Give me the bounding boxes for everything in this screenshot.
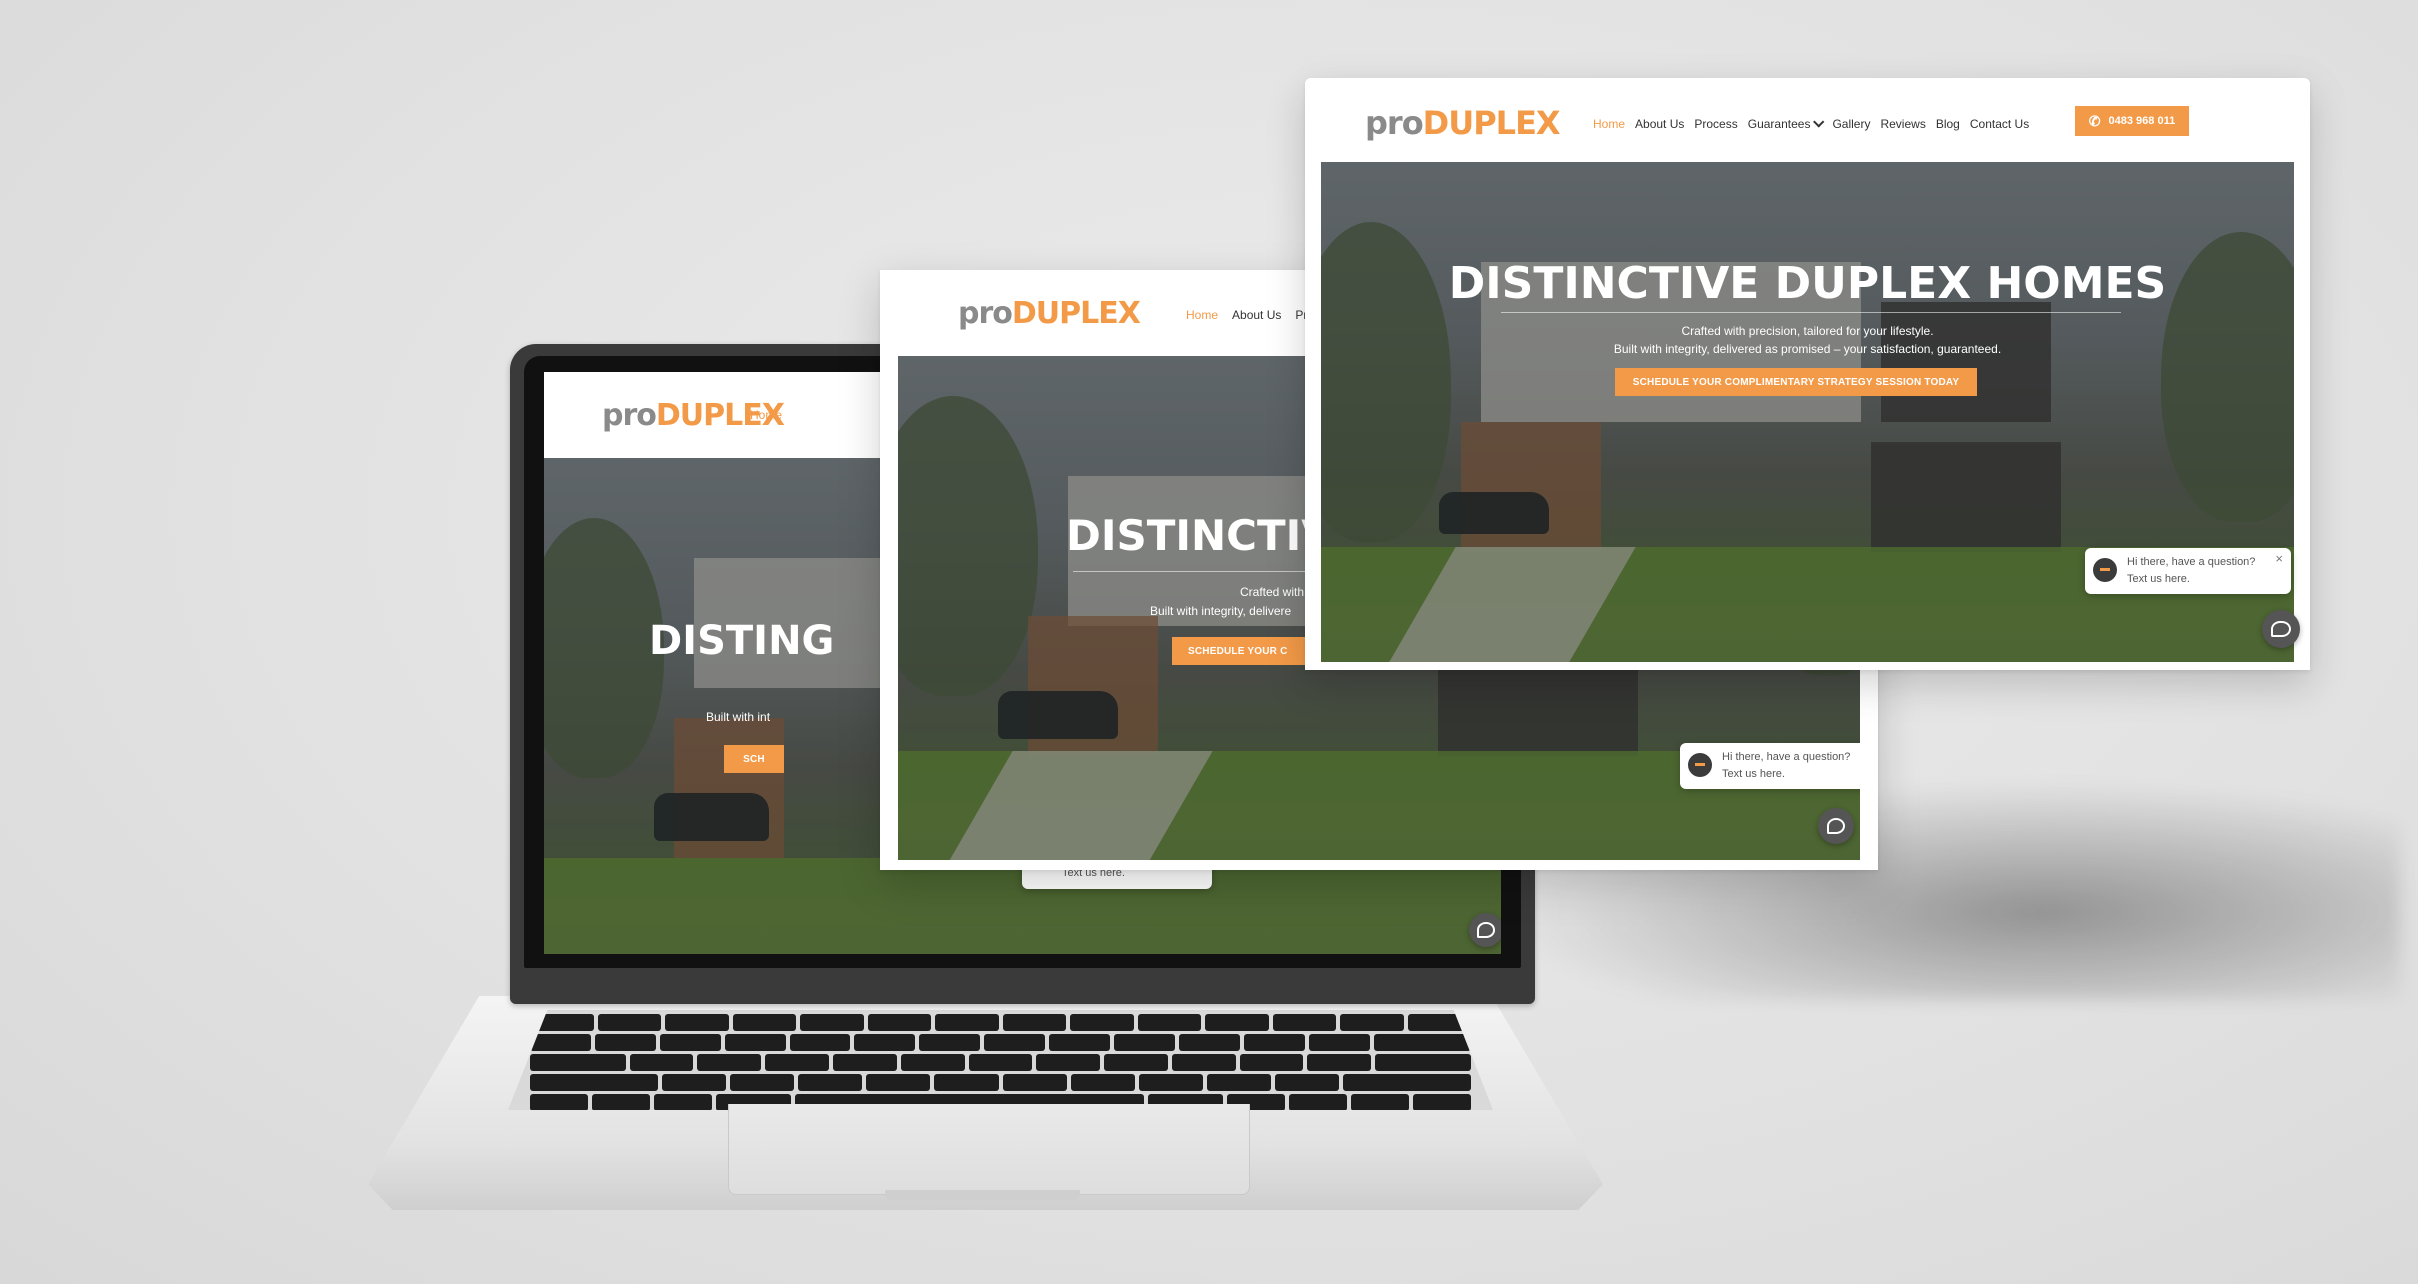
chat-icon — [1826, 817, 1846, 835]
chat-avatar — [1688, 753, 1712, 777]
chat-icon — [2271, 620, 2291, 638]
nav-home[interactable]: Home — [1593, 117, 1625, 131]
hero-rule — [1501, 312, 2121, 313]
chat-line1: Hi there, have a question? — [1722, 751, 1851, 763]
logo-pro: pro — [1365, 104, 1424, 142]
logo-duplex: DUPLEX — [1011, 296, 1141, 331]
phone-icon: ✆ — [2088, 113, 2101, 129]
nav-guarantees[interactable]: Guarantees — [1747, 116, 1825, 131]
middle-chat-bubble[interactable]: Hi there, have a question? Text us here.… — [1680, 743, 1860, 789]
middle-logo[interactable]: proDUPLEX — [958, 296, 1141, 331]
laptop-base-lip — [885, 1190, 1080, 1200]
chevron-down-icon — [1813, 116, 1825, 128]
front-chat-button[interactable] — [2262, 610, 2300, 648]
laptop-hero-line2: Built with int — [706, 710, 771, 724]
hero-car — [998, 691, 1118, 739]
nav-guarantees-label: Guarantees — [1747, 117, 1811, 131]
hero-tree — [898, 396, 1038, 696]
front-site-header: proDUPLEX Home About Us Process Guarante… — [1305, 78, 2310, 162]
middle-nav: Home About Us Pro — [1186, 308, 1314, 322]
chat-close-icon[interactable]: × — [2275, 551, 2283, 566]
chat-avatar — [2093, 558, 2117, 582]
front-chat-bubble[interactable]: Hi there, have a question? Text us here.… — [2085, 548, 2291, 594]
laptop-nav: Home — [750, 408, 782, 422]
chat-icon — [1477, 922, 1495, 938]
laptop-cta-button[interactable]: SCH — [724, 745, 784, 773]
hero-tree — [544, 518, 664, 778]
nav-process[interactable]: Process — [1694, 117, 1737, 131]
logo-duplex: DUPLEX — [1422, 104, 1561, 142]
logo-pro: pro — [602, 398, 657, 433]
middle-hero-line2: Built with integrity, delivere — [1150, 604, 1292, 618]
phone-number: 0483 968 011 — [2108, 115, 2176, 127]
front-cta-button[interactable]: SCHEDULE YOUR COMPLIMENTARY STRATEGY SES… — [1615, 368, 1977, 396]
nav-home[interactable]: Home — [1186, 308, 1218, 322]
chat-line1: Hi there, have a question? — [2127, 556, 2256, 568]
nav-gallery[interactable]: Gallery — [1832, 117, 1870, 131]
nav-reviews[interactable]: Reviews — [1880, 117, 1925, 131]
chat-line2: Text us here. — [1722, 768, 1785, 780]
nav-about[interactable]: About Us — [1635, 117, 1684, 131]
nav-about[interactable]: About Us — [1232, 308, 1281, 322]
middle-chat-button[interactable] — [1818, 808, 1854, 844]
middle-hero-title: DISTINCTIV — [1066, 511, 1334, 560]
front-hero-line2: Built with integrity, delivered as promi… — [1613, 342, 2002, 356]
front-hero-title: DISTINCTIVE DUPLEX HOMES — [1448, 258, 2167, 309]
hero-house-dark — [1881, 302, 2051, 422]
phone-button[interactable]: ✆ 0483 968 011 — [2075, 106, 2189, 136]
front-logo[interactable]: proDUPLEX — [1365, 104, 1561, 142]
chat-line2: Text us here. — [2127, 573, 2190, 585]
logo-pro: pro — [958, 296, 1013, 331]
laptop-hero-title: DISTING — [649, 618, 835, 664]
laptop-keyboard — [508, 1010, 1493, 1110]
nav-home[interactable]: Home — [750, 408, 782, 422]
laptop-trackpad — [728, 1104, 1250, 1195]
nav-blog[interactable]: Blog — [1936, 117, 1960, 131]
hero-car — [654, 793, 769, 841]
hero-car — [1439, 492, 1549, 534]
hero-house-dark — [1871, 442, 2061, 552]
front-hero-line1: Crafted with precision, tailored for you… — [1681, 324, 1934, 338]
laptop-chat-button[interactable] — [1469, 913, 1501, 947]
middle-hero-line1: Crafted with — [1240, 585, 1305, 599]
front-nav: Home About Us Process Guarantees Gallery… — [1593, 116, 2029, 131]
nav-contact[interactable]: Contact Us — [1970, 117, 2029, 131]
